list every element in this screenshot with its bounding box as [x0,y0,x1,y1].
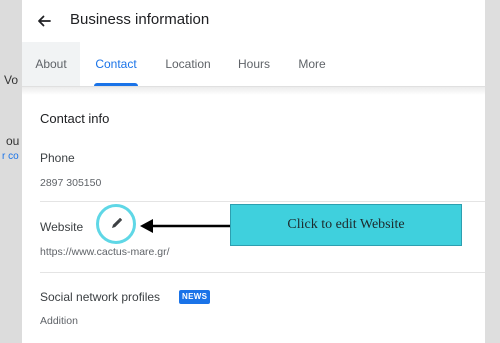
panel-header: Business information [22,0,485,42]
tab-location[interactable]: Location [158,42,218,86]
background-text-fragment: Vo [4,73,19,87]
phone-label: Phone [40,151,75,165]
business-information-panel: Business information About Contact Locat… [22,0,485,343]
tab-hours[interactable]: Hours [232,42,276,86]
tab-contact[interactable]: Contact [88,42,144,86]
annotation-callout: Click to edit Website [230,204,462,246]
tab-bar-shadow [22,87,485,95]
news-badge: NEWS [179,290,211,304]
tab-contact-label: Contact [95,57,137,71]
phone-value: 2897 305150 [40,177,102,189]
active-tab-indicator [94,83,138,86]
callout-text: Click to edit Website [287,217,405,232]
page-title: Business information [70,11,210,28]
website-label: Website [40,220,84,234]
background-link-fragment: r co [2,151,19,162]
arrow-left-icon [38,15,51,27]
tab-about[interactable]: About [22,42,80,86]
background-right-edge [485,0,500,343]
tab-more[interactable]: More [290,42,334,86]
pencil-icon [112,218,122,228]
divider [40,201,485,202]
annotation-arrow [140,219,230,233]
background-text-fragment: ou [6,134,20,148]
back-button[interactable] [32,9,56,33]
section-title: Contact info [40,111,110,126]
tab-bar: About Contact Location Hours More [22,42,485,87]
social-profiles-value: Addition [40,315,78,327]
social-profiles-label: Social network profiles [40,290,161,304]
divider [40,272,485,273]
background-page: Vo ou r co [0,0,22,343]
edit-website-button[interactable] [96,204,136,244]
website-value[interactable]: https://www.cactus-mare.gr/ [40,246,170,258]
